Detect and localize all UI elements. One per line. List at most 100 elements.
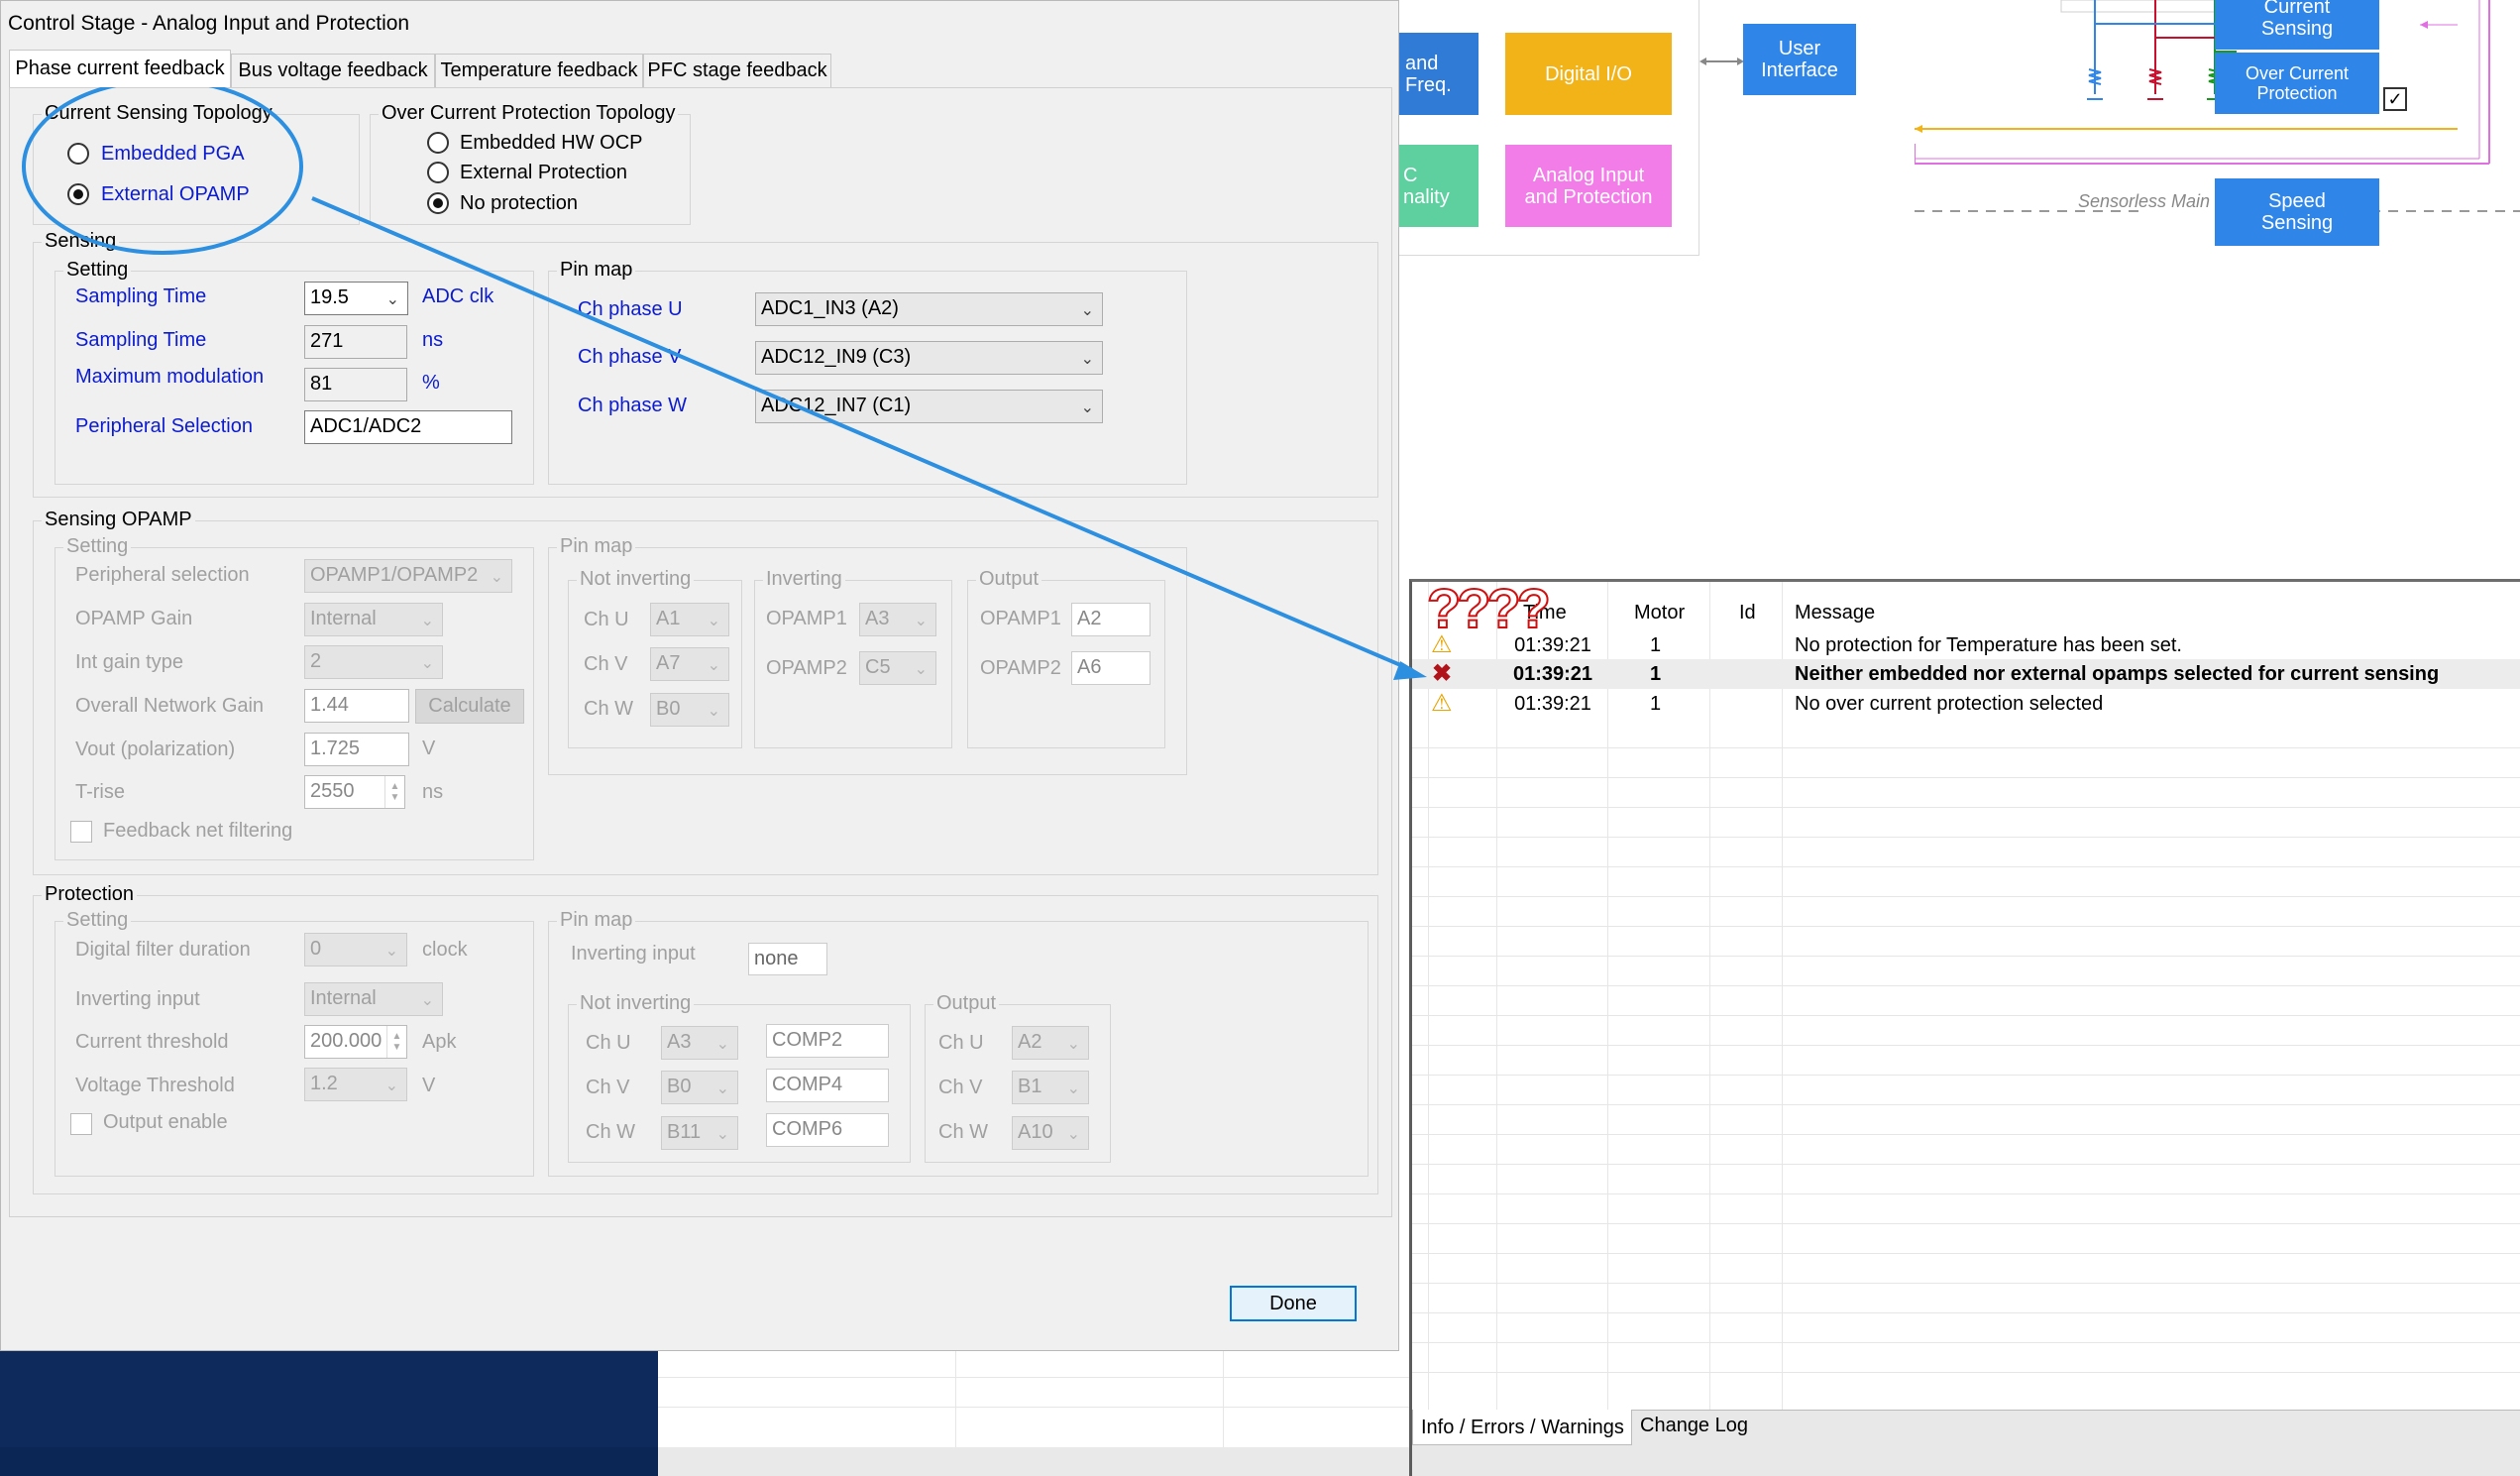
select-opamp-peripheral[interactable]: OPAMP1/OPAMP2 ⌄ — [304, 559, 512, 593]
log-row-selected[interactable]: ✖ 01:39:21 1 Neither embedded nor extern… — [1412, 659, 2520, 689]
chevron-down-icon: ⌄ — [420, 992, 434, 1009]
select-sampling-time[interactable]: 19.5 ⌄ — [304, 282, 408, 315]
select-prot-ch-w[interactable]: B11 ⌄ — [661, 1116, 738, 1150]
label-embedded-pga: Embedded PGA — [101, 143, 245, 165]
diagram-block-freq[interactable]: and Freq. — [1399, 33, 1479, 115]
select-opamp2-inv[interactable]: C5 ⌄ — [859, 651, 936, 685]
label-opamp2-out: OPAMP2 — [980, 657, 1061, 679]
diagram-arrow-bidirectional — [1699, 57, 1744, 65]
checkbox-output-enable[interactable] — [70, 1113, 92, 1135]
field-net-gain[interactable]: 1.44 — [304, 689, 409, 723]
spinner-arrows-icon[interactable]: ▲ ▼ — [384, 776, 404, 808]
background-white-strip — [0, 1447, 658, 1476]
warning-icon: ⚠ — [1431, 690, 1453, 717]
label-external-protection: External Protection — [460, 162, 627, 183]
select-prot-ch-v[interactable]: B0 ⌄ — [661, 1071, 738, 1104]
field-inv-pin: none — [748, 943, 827, 975]
select-opamp-gain[interactable]: Internal ⌄ — [304, 603, 443, 636]
select-prot-out-w[interactable]: A10 ⌄ — [1012, 1116, 1089, 1150]
select-prot-out-u[interactable]: A2 ⌄ — [1012, 1026, 1089, 1060]
label-opamp-ch-w: Ch W — [584, 698, 633, 720]
diagram-checkbox-icon[interactable]: ✓ — [2383, 87, 2407, 111]
tab-bus-voltage[interactable]: Bus voltage feedback — [231, 54, 435, 87]
field-peripheral-selection: ADC1/ADC2 — [304, 410, 512, 444]
chevron-down-icon: ⌄ — [1080, 399, 1094, 416]
chevron-down-icon: ⌄ — [384, 1078, 398, 1094]
chevron-down-icon: ⌄ — [707, 613, 720, 629]
select-ch-phase-w[interactable]: ADC12_IN7 (C1) ⌄ — [755, 390, 1103, 423]
field-opamp2-out: A6 — [1071, 651, 1150, 685]
chevron-down-icon: ⌄ — [914, 661, 928, 678]
field-max-modulation[interactable]: 81 — [304, 368, 407, 401]
diagram-block-speed-sensing[interactable]: Speed Sensing — [2215, 178, 2379, 246]
select-prot-out-v[interactable]: B1 ⌄ — [1012, 1071, 1089, 1104]
chevron-down-icon: ⌄ — [1080, 302, 1094, 319]
chevron-down-icon: ⌄ — [914, 613, 928, 629]
log-row[interactable]: ⚠ 01:39:21 1 No over current protection … — [1412, 689, 2520, 719]
select-digital-filter[interactable]: 0 ⌄ — [304, 933, 407, 966]
done-button[interactable]: Done — [1230, 1286, 1357, 1321]
field-prot-comp-u: COMP2 — [766, 1024, 889, 1058]
log-row[interactable]: ⚠ 01:39:21 1 No protection for Temperatu… — [1412, 630, 2520, 660]
select-opamp-ch-v[interactable]: A7 ⌄ — [650, 647, 729, 681]
diagram-block-analog-input[interactable]: Analog Input and Protection — [1505, 145, 1672, 227]
select-opamp-ch-w[interactable]: B0 ⌄ — [650, 693, 729, 727]
label-embedded-hw-ocp: Embedded HW OCP — [460, 132, 643, 154]
checkbox-feedback-filtering[interactable] — [70, 821, 92, 843]
tab-info-errors-warnings[interactable]: Info / Errors / Warnings — [1412, 1410, 1632, 1445]
tab-pfc-stage[interactable]: PFC stage feedback — [643, 54, 831, 87]
field-prot-comp-v: COMP4 — [766, 1069, 889, 1102]
unit-apk: Apk — [422, 1031, 457, 1053]
diagram-canvas: and Freq. Digital I/O C nality Analog In… — [1399, 0, 2520, 579]
radio-no-protection[interactable] — [427, 192, 449, 214]
calculate-button[interactable]: Calculate — [415, 689, 524, 724]
log-header-id[interactable]: Id — [1739, 602, 1756, 624]
label-no-protection: No protection — [460, 192, 578, 214]
chevron-down-icon: ⌄ — [715, 1036, 729, 1053]
field-trise[interactable]: 2550 ▲ ▼ — [304, 775, 405, 809]
label-opamp-ch-u: Ch U — [584, 609, 629, 630]
log-header-motor[interactable]: Motor — [1634, 602, 1685, 624]
diagram-block-current-sensing[interactable]: Current Sensing — [2215, 0, 2379, 50]
log-header-message[interactable]: Message — [1795, 602, 1875, 624]
label-inverting-input: Inverting input — [75, 988, 200, 1010]
diagram-block-user-interface[interactable]: User Interface — [1743, 24, 1856, 95]
label-inv-pin: Inverting input — [571, 943, 696, 965]
label-feedback-filtering: Feedback net filtering — [103, 820, 293, 842]
select-prot-ch-u[interactable]: A3 ⌄ — [661, 1026, 738, 1060]
chevron-down-icon: ⌄ — [707, 703, 720, 720]
field-prot-comp-w: COMP6 — [766, 1113, 889, 1147]
select-int-gain-type[interactable]: 2 ⌄ — [304, 645, 443, 679]
label-voltage-threshold: Voltage Threshold — [75, 1075, 235, 1096]
select-opamp-ch-u[interactable]: A1 ⌄ — [650, 603, 729, 636]
label-output-enable: Output enable — [103, 1111, 228, 1133]
label-digital-filter: Digital filter duration — [75, 939, 251, 961]
radio-external-opamp[interactable] — [67, 183, 89, 205]
label-opamp-gain: OPAMP Gain — [75, 608, 193, 629]
diagram-block-ocp[interactable]: Over Current Protection — [2215, 53, 2379, 114]
select-voltage-threshold[interactable]: 1.2 ⌄ — [304, 1068, 407, 1101]
select-inverting-input[interactable]: Internal ⌄ — [304, 982, 443, 1016]
diagram-block-functionality[interactable]: C nality — [1399, 145, 1479, 227]
current-sensing-topology-group: Current Sensing Topology — [33, 102, 360, 225]
chevron-down-icon: ⌄ — [490, 569, 503, 586]
radio-external-protection[interactable] — [427, 162, 449, 183]
tab-temperature[interactable]: Temperature feedback — [435, 54, 643, 87]
tab-change-log[interactable]: Change Log — [1632, 1410, 1749, 1441]
label-current-threshold: Current threshold — [75, 1031, 229, 1053]
spinner-arrows-icon[interactable]: ▲ ▼ — [386, 1026, 406, 1058]
tab-phase-current[interactable]: Phase current feedback — [9, 50, 231, 87]
label-max-modulation: Maximum modulation — [75, 366, 265, 388]
select-opamp1-inv[interactable]: A3 ⌄ — [859, 603, 936, 636]
label-prot-out-v: Ch V — [938, 1077, 983, 1098]
diagram-block-digital-io[interactable]: Digital I/O — [1505, 33, 1672, 115]
select-ch-phase-u[interactable]: ADC1_IN3 (A2) ⌄ — [755, 292, 1103, 326]
label-prot-ch-u: Ch U — [586, 1032, 631, 1054]
radio-embedded-pga[interactable] — [67, 143, 89, 165]
label-opamp1-out: OPAMP1 — [980, 608, 1061, 629]
radio-embedded-hw-ocp[interactable] — [427, 132, 449, 154]
select-ch-phase-v[interactable]: ADC12_IN9 (C3) ⌄ — [755, 341, 1103, 375]
field-current-threshold[interactable]: 200.000 ▲ ▼ — [304, 1025, 407, 1059]
label-prot-out-w: Ch W — [938, 1121, 988, 1143]
field-vout[interactable]: 1.725 — [304, 733, 409, 766]
